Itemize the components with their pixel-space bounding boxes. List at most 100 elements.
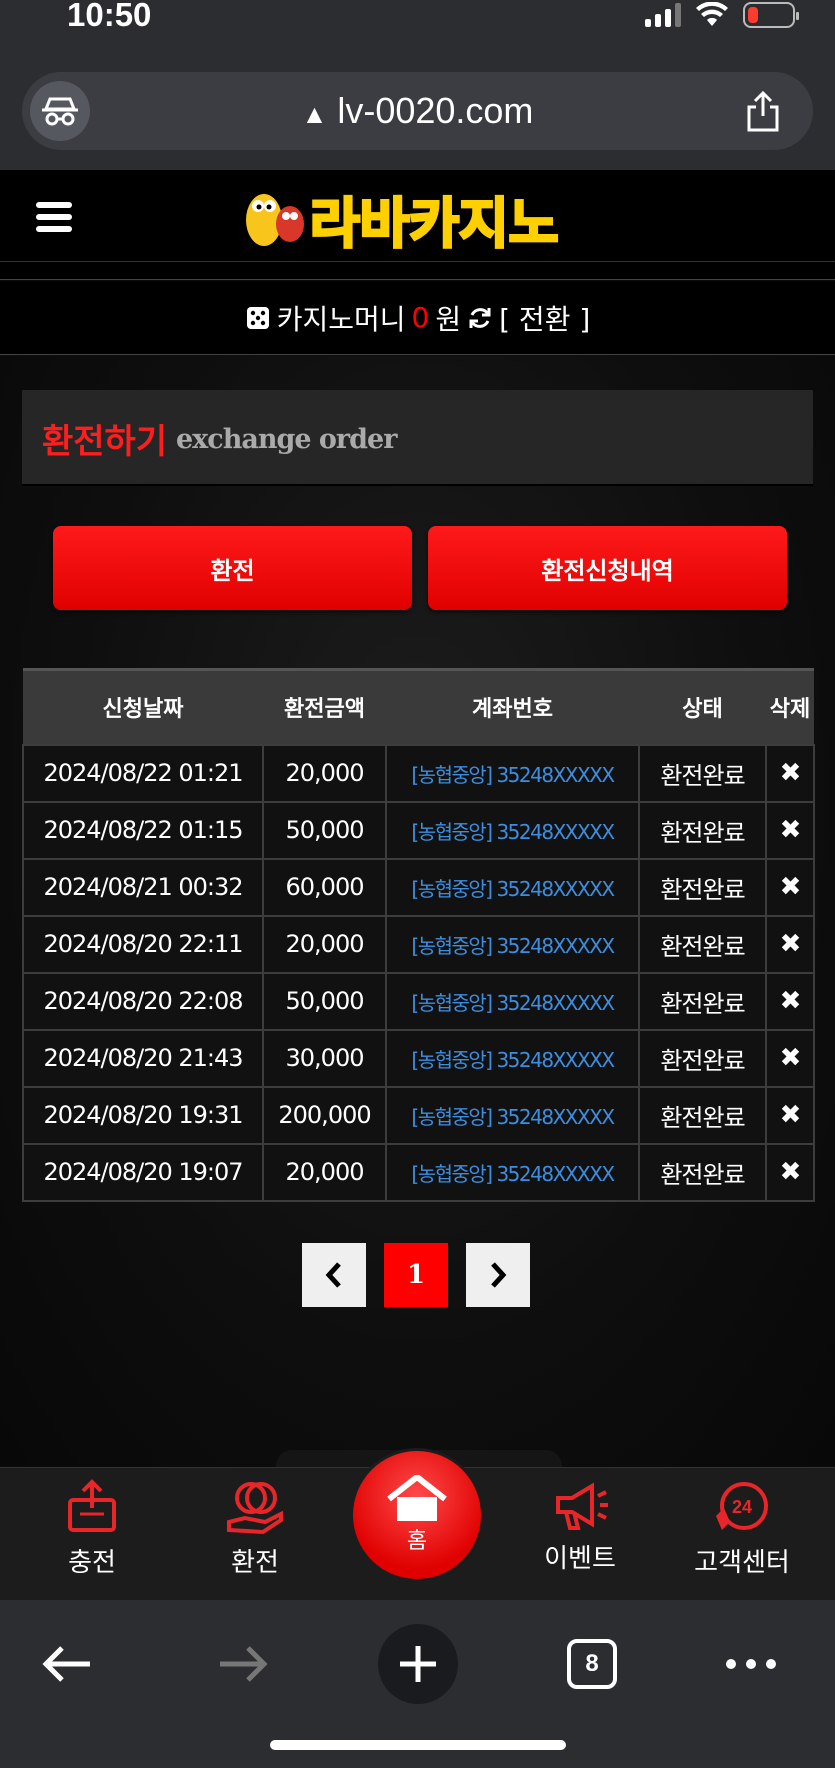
delete-glyph: ✖ bbox=[779, 872, 802, 902]
site-header: 라바카지노 bbox=[0, 170, 835, 262]
nav-support[interactable]: 24 고객센터 bbox=[682, 1478, 802, 1579]
cell-status: 환전완료 bbox=[638, 971, 767, 1031]
home-button-inner: 홈 bbox=[353, 1451, 481, 1579]
cell-status: 환전완료 bbox=[638, 1142, 767, 1202]
delete-icon[interactable]: ✖ bbox=[765, 1085, 815, 1145]
status-bar: 10:50 bbox=[0, 0, 835, 60]
chevron-left-icon bbox=[325, 1262, 341, 1288]
cell-account[interactable]: [농협중앙] 35248XXXXX bbox=[385, 1085, 640, 1145]
dice-icon bbox=[246, 306, 269, 329]
cell-account[interactable]: [농협중앙] 35248XXXXX bbox=[385, 743, 640, 803]
status-time: 10:50 bbox=[67, 0, 152, 33]
section-subtitle: exchange order bbox=[176, 424, 397, 455]
cell-status: 환전완료 bbox=[638, 800, 767, 860]
tab-count-icon: 8 bbox=[567, 1639, 617, 1689]
nav-deposit-label: 충전 bbox=[68, 1548, 116, 1578]
tabs-button[interactable]: 8 bbox=[552, 1624, 632, 1704]
nav-home[interactable]: 홈 bbox=[350, 1448, 484, 1582]
wifi-icon bbox=[696, 2, 728, 26]
new-tab-plus-icon[interactable] bbox=[378, 1624, 458, 1704]
nav-support-label: 고객센터 bbox=[694, 1548, 790, 1578]
status-icons bbox=[645, 2, 799, 28]
exchange-history-button[interactable]: 환전신청내역 bbox=[428, 526, 787, 610]
delete-icon[interactable]: ✖ bbox=[765, 800, 815, 860]
back-arrow-icon[interactable] bbox=[27, 1624, 107, 1704]
delete-glyph: ✖ bbox=[779, 1157, 802, 1187]
table-row: 2024/08/22 01:21 20,000 [농협중앙] 35248XXXX… bbox=[22, 743, 815, 803]
next-page-button[interactable] bbox=[466, 1243, 530, 1307]
delete-icon[interactable]: ✖ bbox=[765, 914, 815, 974]
house-icon bbox=[387, 1475, 447, 1521]
pagination: 1 bbox=[302, 1243, 530, 1307]
nav-deposit[interactable]: 충전 bbox=[32, 1478, 152, 1579]
header-status: 상태 bbox=[639, 668, 766, 745]
page-1-button[interactable]: 1 bbox=[384, 1243, 448, 1307]
exchange-button[interactable]: 환전 bbox=[53, 526, 412, 610]
cell-amount: 50,000 bbox=[262, 971, 387, 1031]
cell-date: 2024/08/20 22:11 bbox=[22, 914, 264, 974]
cell-amount: 20,000 bbox=[262, 1142, 387, 1202]
more-icon[interactable] bbox=[711, 1624, 791, 1704]
convert-button[interactable]: [ 전환 ] bbox=[499, 298, 590, 338]
cell-status: 환전완료 bbox=[638, 1028, 767, 1088]
cell-date: 2024/08/22 01:21 bbox=[22, 743, 264, 803]
casino-money-label: 카지노머니 bbox=[276, 302, 406, 336]
browser-address-area: ▲ lv-0020.com bbox=[0, 60, 835, 170]
cell-amount: 50,000 bbox=[262, 800, 387, 860]
menu-icon[interactable] bbox=[36, 202, 72, 232]
cell-amount: 200,000 bbox=[262, 1085, 387, 1145]
nav-event[interactable]: 이벤트 bbox=[520, 1478, 640, 1575]
cell-account[interactable]: [농협중앙] 35248XXXXX bbox=[385, 971, 640, 1031]
cell-amount: 30,000 bbox=[262, 1028, 387, 1088]
delete-icon[interactable]: ✖ bbox=[765, 743, 815, 803]
prev-page-button[interactable] bbox=[302, 1243, 366, 1307]
cell-account[interactable]: [농협중앙] 35248XXXXX bbox=[385, 914, 640, 974]
delete-icon[interactable]: ✖ bbox=[765, 857, 815, 917]
delete-icon[interactable]: ✖ bbox=[765, 1028, 815, 1088]
delete-glyph: ✖ bbox=[779, 758, 802, 788]
delete-glyph: ✖ bbox=[779, 929, 802, 959]
section-title: 환전하기 bbox=[42, 422, 168, 462]
cell-amount: 20,000 bbox=[262, 914, 387, 974]
cell-account[interactable]: [농협중앙] 35248XXXXX bbox=[385, 857, 640, 917]
nav-exchange[interactable]: 환전 bbox=[195, 1478, 315, 1579]
cell-date: 2024/08/22 01:15 bbox=[22, 800, 264, 860]
cell-status: 환전완료 bbox=[638, 743, 767, 803]
deposit-icon bbox=[68, 1479, 116, 1532]
delete-glyph: ✖ bbox=[779, 986, 802, 1016]
url-value: lv-0020.com bbox=[337, 90, 534, 131]
cell-date: 2024/08/20 21:43 bbox=[22, 1028, 264, 1088]
delete-icon[interactable]: ✖ bbox=[765, 971, 815, 1031]
cell-status: 환전완료 bbox=[638, 914, 767, 974]
battery-icon bbox=[743, 2, 799, 28]
header-delete: 삭제 bbox=[766, 668, 814, 745]
cell-status: 환전완료 bbox=[638, 857, 767, 917]
url-text[interactable]: ▲ lv-0020.com bbox=[22, 90, 813, 132]
cell-amount: 20,000 bbox=[262, 743, 387, 803]
delete-icon[interactable]: ✖ bbox=[765, 1142, 815, 1202]
share-icon[interactable] bbox=[743, 90, 783, 132]
refresh-icon[interactable] bbox=[467, 305, 493, 331]
cell-account[interactable]: [농협중앙] 35248XXXXX bbox=[385, 1142, 640, 1202]
casino-money-amount: 0 bbox=[411, 301, 430, 334]
site-logo[interactable]: 라바카지노 bbox=[228, 180, 608, 252]
table-row: 2024/08/20 22:08 50,000 [농협중앙] 35248XXXX… bbox=[22, 971, 815, 1031]
nav-exchange-label: 환전 bbox=[231, 1548, 279, 1578]
home-indicator bbox=[270, 1740, 566, 1750]
section-header: 환전하기 exchange order bbox=[22, 390, 813, 486]
forward-arrow-icon[interactable] bbox=[203, 1624, 283, 1704]
address-bar[interactable]: ▲ lv-0020.com bbox=[22, 72, 813, 150]
delete-glyph: ✖ bbox=[779, 1043, 802, 1073]
cell-date: 2024/08/20 22:08 bbox=[22, 971, 264, 1031]
casino-money-unit: 원 bbox=[435, 302, 462, 336]
site-logo-text: 라바카지노 bbox=[310, 192, 558, 252]
cell-account[interactable]: [농협중앙] 35248XXXXX bbox=[385, 1028, 640, 1088]
cell-date: 2024/08/20 19:07 bbox=[22, 1142, 264, 1202]
chevron-right-icon bbox=[491, 1262, 507, 1288]
svg-text:24: 24 bbox=[732, 1497, 752, 1517]
cell-status: 환전완료 bbox=[638, 1085, 767, 1145]
cellular-signal-icon bbox=[645, 3, 681, 27]
cell-account[interactable]: [농협중앙] 35248XXXXX bbox=[385, 800, 640, 860]
megaphone-icon bbox=[556, 1482, 608, 1530]
support-24-icon: 24 bbox=[716, 1482, 768, 1530]
